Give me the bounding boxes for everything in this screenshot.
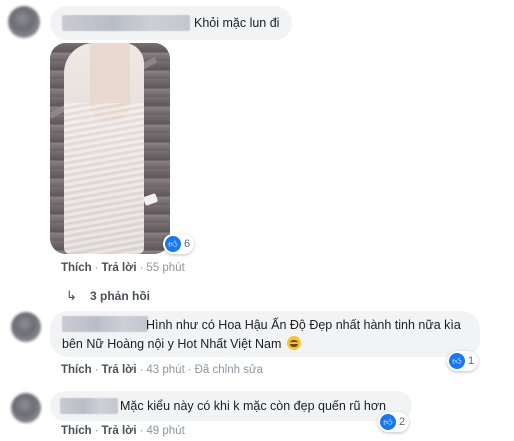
comment-bubble: Mặc kiểu này có khi k mặc còn đẹp quến r… bbox=[50, 391, 412, 421]
dress-pattern bbox=[64, 103, 144, 254]
reaction-summary[interactable]: 👍︎ 6 bbox=[163, 234, 195, 254]
reaction-summary[interactable]: 👍︎ 1 bbox=[447, 351, 479, 371]
comment-text-line-2: bên Nữ Hoàng nội y Hot Nhất Việt Nam bbox=[62, 335, 301, 353]
avatar[interactable] bbox=[11, 312, 41, 342]
reaction-count: 1 bbox=[468, 355, 475, 367]
reply-link[interactable]: Trả lời bbox=[102, 425, 137, 437]
timestamp[interactable]: 49 phút bbox=[146, 425, 184, 437]
reply-arrow-icon: ↳ bbox=[66, 288, 77, 303]
edited-label[interactable]: Đã chỉnh sửa bbox=[195, 364, 263, 376]
commenter-name-blurred[interactable] bbox=[60, 398, 118, 414]
grinning-face-emoji bbox=[286, 336, 301, 350]
reaction-summary[interactable]: 👍︎ 2 bbox=[378, 412, 410, 432]
comment-text: Khỏi mặc lun đi bbox=[194, 16, 280, 30]
reply-link[interactable]: Trả lời bbox=[102, 262, 137, 274]
commenter-name-blurred[interactable] bbox=[62, 316, 148, 332]
like-icon: 👍︎ bbox=[165, 236, 181, 252]
timestamp[interactable]: 55 phút bbox=[146, 262, 184, 274]
like-icon: 👍︎ bbox=[380, 414, 396, 430]
reaction-count: 6 bbox=[184, 238, 191, 250]
like-link[interactable]: Thích bbox=[61, 425, 92, 437]
comment-actions: Thích · Trả lời · 55 phút bbox=[61, 262, 185, 274]
comment-text-line-1: Hình như có Hoa Hậu Ấn Độ Đẹp nhất hành … bbox=[146, 318, 461, 332]
reaction-count: 2 bbox=[399, 416, 406, 428]
comment-actions: Thích · Trả lời · 43 phút · Đã chỉnh sửa bbox=[61, 364, 264, 376]
like-link[interactable]: Thích bbox=[61, 262, 92, 274]
reply-link[interactable]: Trả lời bbox=[102, 364, 137, 376]
view-replies-link[interactable]: 3 phản hồi bbox=[90, 289, 150, 303]
avatar[interactable] bbox=[11, 393, 41, 423]
like-icon: 👍︎ bbox=[449, 353, 465, 369]
timestamp[interactable]: 43 phút bbox=[146, 364, 184, 376]
comment-actions: Thích · Trả lời · 49 phút bbox=[61, 425, 185, 437]
like-link[interactable]: Thích bbox=[61, 364, 92, 376]
avatar[interactable] bbox=[8, 6, 40, 38]
comment-bubble: Khỏi mặc lun đi bbox=[50, 6, 292, 40]
comment-photo[interactable] bbox=[50, 43, 170, 254]
commenter-name-blurred[interactable] bbox=[62, 15, 190, 31]
comment-text: Mặc kiểu này có khi k mặc còn đẹp quến r… bbox=[120, 399, 386, 413]
comment-bubble: Hình như có Hoa Hậu Ấn Độ Đẹp nhất hành … bbox=[50, 311, 480, 357]
